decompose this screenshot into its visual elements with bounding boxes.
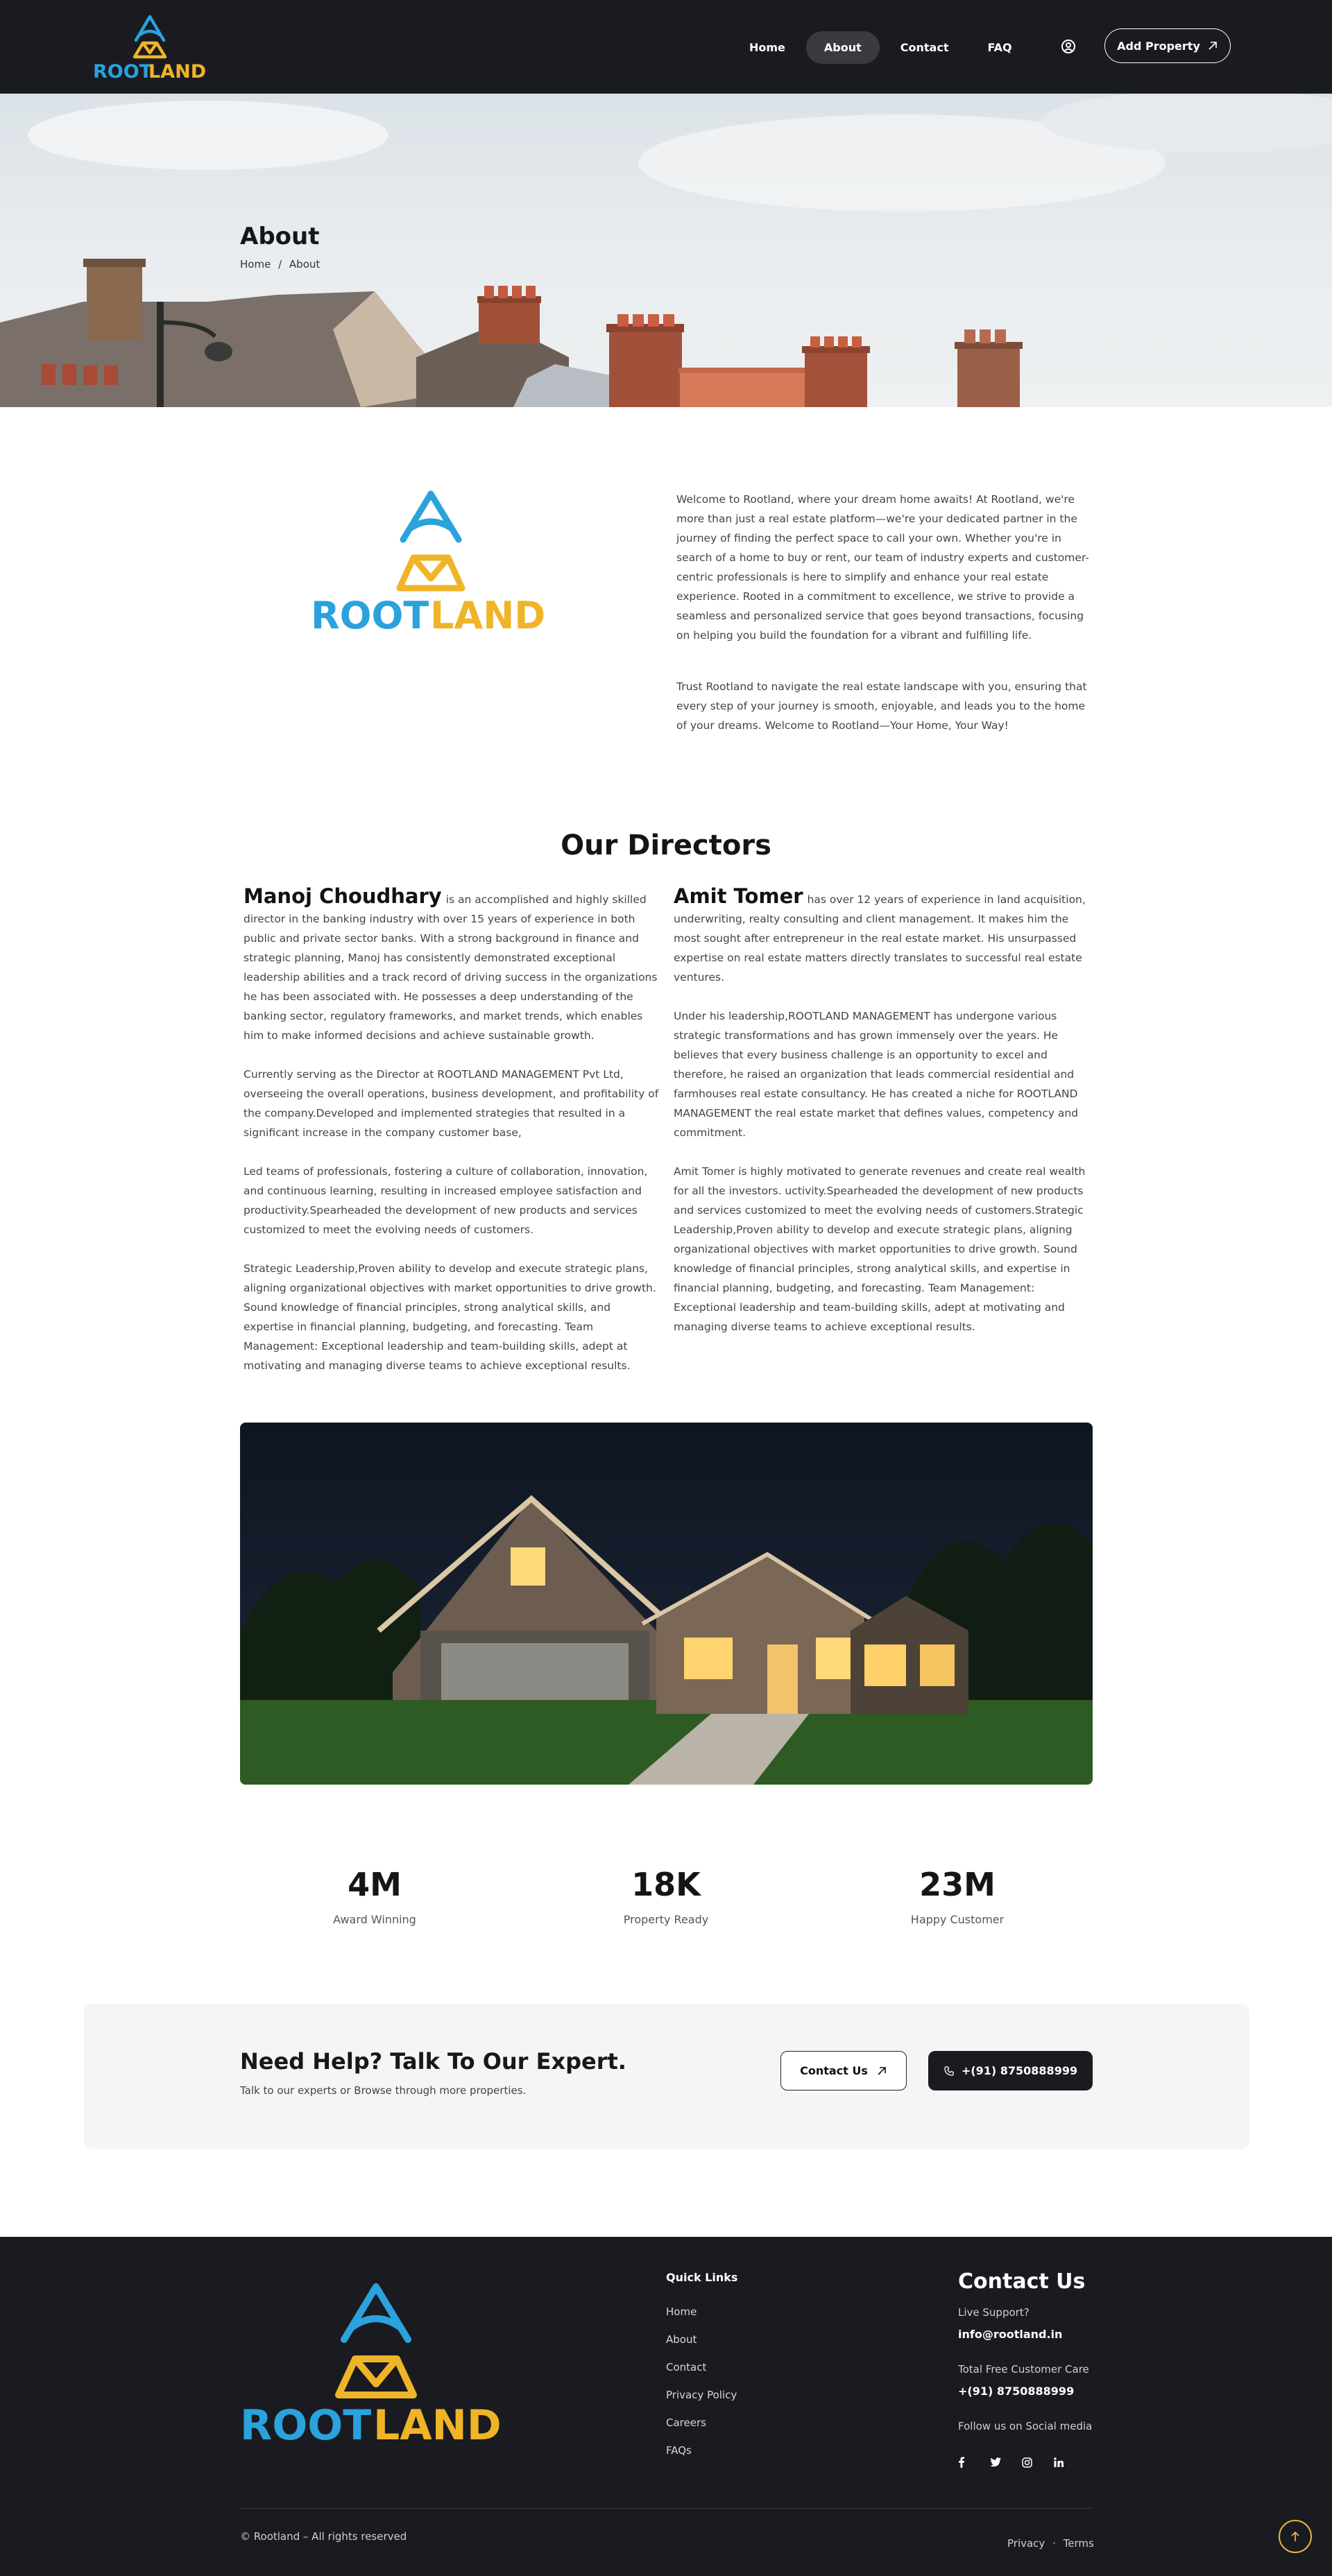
intro-paragraph-1: Welcome to Rootland, where your dream ho…: [676, 493, 1089, 642]
call-phone-label: +(91) 8750888999: [961, 2064, 1078, 2077]
quick-links-title: Quick Links: [666, 2271, 738, 2284]
legal-links: Privacy · Terms: [1007, 2537, 1098, 2550]
linkedin-icon[interactable]: [1054, 2454, 1086, 2471]
privacy-link[interactable]: Privacy: [1007, 2537, 1045, 2550]
director-manoj-intro: Manoj Choudhary is an accomplished and hi…: [244, 886, 660, 1045]
director-manoj-p3: Led teams of professionals, fostering a …: [244, 1165, 648, 1236]
site-footer: ROOT LAND Quick Links Home About Contact…: [0, 2237, 1332, 2576]
facebook-icon[interactable]: [958, 2454, 990, 2471]
director-amit: Amit Tomer has over 12 years of experienc…: [674, 886, 1090, 1356]
help-title: Need Help? Talk To Our Expert.: [240, 2048, 626, 2075]
rootland-logo-footer[interactable]: ROOT LAND: [240, 2281, 512, 2448]
stat-value: 4M: [348, 1866, 402, 1903]
director-amit-intro: Amit Tomer has over 12 years of experienc…: [674, 886, 1090, 987]
director-manoj-p1: is an accomplished and highly skilled di…: [244, 893, 658, 1042]
director-amit-p3: Amit Tomer is highly motivated to genera…: [674, 1165, 1086, 1333]
rooftops-illustration: [0, 94, 1332, 407]
stat-label: Award Winning: [333, 1913, 416, 1926]
logo-large-text-land: LAND: [430, 594, 545, 635]
rootland-logo[interactable]: ROOT LAND: [93, 12, 207, 82]
stat-label: Property Ready: [623, 1913, 709, 1926]
help-banner: Need Help? Talk To Our Expert. Talk to o…: [84, 2004, 1249, 2149]
quick-link-home[interactable]: Home: [666, 2305, 737, 2333]
stat-award-winning: 4M Award Winning: [271, 1866, 479, 1926]
nav-about[interactable]: About: [805, 31, 880, 64]
stat-value: 23M: [919, 1866, 996, 1903]
director-manoj-p4: Strategic Leadership,Proven ability to d…: [244, 1262, 656, 1372]
nav-contact[interactable]: Contact: [882, 31, 967, 64]
director-amit-p2: Under his leadership,ROOTLAND MANAGEMENT…: [674, 1010, 1079, 1139]
copyright-text: © Rootland – All rights reserved: [240, 2530, 407, 2543]
quick-link-privacy-policy[interactable]: Privacy Policy: [666, 2389, 737, 2416]
breadcrumb: Home / About: [240, 258, 324, 271]
help-subtitle: Talk to our experts or Browse through mo…: [240, 2084, 527, 2097]
quick-links-list: Home About Contact Privacy Policy Career…: [666, 2305, 737, 2472]
live-support-label: Live Support?: [958, 2306, 1030, 2319]
site-header: ROOT LAND Home About Contact FAQ Add Pro…: [0, 0, 1332, 94]
night-house-illustration: [240, 1423, 1093, 1785]
director-manoj-name: Manoj Choudhary: [244, 884, 442, 908]
footer-divider: [240, 2508, 1093, 2509]
breadcrumb-current: About: [289, 258, 321, 271]
quick-link-about[interactable]: About: [666, 2333, 737, 2361]
logo-text-root: ROOT: [93, 61, 153, 82]
phone-icon: [944, 2066, 954, 2076]
arrow-up-icon: [1291, 2531, 1299, 2541]
terms-link[interactable]: Terms: [1064, 2537, 1094, 2550]
intro-paragraph-2: Trust Rootland to navigate the real esta…: [676, 680, 1087, 732]
stat-label: Happy Customer: [910, 1913, 1005, 1926]
add-property-button[interactable]: Add Property: [1104, 28, 1231, 63]
footer-contact-title: Contact Us: [958, 2269, 1086, 2294]
add-property-label: Add Property: [1117, 39, 1200, 53]
footer-email-link[interactable]: info@rootland.in: [958, 2328, 1062, 2341]
house-image: [240, 1423, 1093, 1785]
logo-large-text-root: ROOT: [311, 594, 429, 635]
arrow-up-right-icon: [878, 2066, 886, 2075]
nav-home[interactable]: Home: [731, 31, 803, 64]
breadcrumb-home[interactable]: Home: [240, 258, 271, 271]
logo-text-land: LAND: [148, 61, 206, 82]
nav-faq[interactable]: FAQ: [969, 31, 1030, 64]
stat-value: 18K: [631, 1866, 701, 1903]
director-amit-name: Amit Tomer: [674, 884, 803, 908]
twitter-icon[interactable]: [990, 2454, 1022, 2471]
quick-link-careers[interactable]: Careers: [666, 2416, 737, 2444]
directors-title: Our Directors: [561, 830, 771, 861]
social-label: Follow us on Social media: [958, 2420, 1093, 2432]
quick-link-faqs[interactable]: FAQs: [666, 2444, 737, 2472]
contact-us-label: Contact Us: [800, 2064, 868, 2077]
logo-footer-text-root: ROOT: [240, 2401, 371, 2448]
stat-property-ready: 18K Property Ready: [562, 1866, 770, 1926]
instagram-icon[interactable]: [1022, 2454, 1054, 2471]
page-banner: About Home / About: [0, 94, 1332, 407]
stat-happy-customer: 23M Happy Customer: [853, 1866, 1061, 1926]
breadcrumb-separator: /: [278, 258, 282, 271]
user-circle-icon[interactable]: [1058, 36, 1079, 57]
call-phone-button[interactable]: +(91) 8750888999: [928, 2051, 1093, 2090]
rootland-logo-large: ROOT LAND: [311, 490, 545, 635]
social-links: [958, 2454, 1086, 2471]
director-manoj-p2: Currently serving as the Director at ROO…: [244, 1068, 659, 1139]
arrow-up-right-icon: [1209, 42, 1217, 50]
contact-us-button[interactable]: Contact Us: [780, 2051, 907, 2090]
customer-care-phone[interactable]: +(91) 8750888999: [958, 2385, 1074, 2398]
logo-footer-text-land: LAND: [373, 2401, 502, 2448]
customer-care-label: Total Free Customer Care: [958, 2363, 1089, 2376]
page-title: About: [240, 223, 320, 250]
quick-link-contact[interactable]: Contact: [666, 2361, 737, 2389]
director-manoj: Manoj Choudhary is an accomplished and hi…: [244, 886, 660, 1395]
scroll-to-top-button[interactable]: [1279, 2520, 1312, 2553]
legal-separator: ·: [1052, 2537, 1056, 2550]
main-nav: Home About Contact FAQ: [731, 31, 1033, 64]
